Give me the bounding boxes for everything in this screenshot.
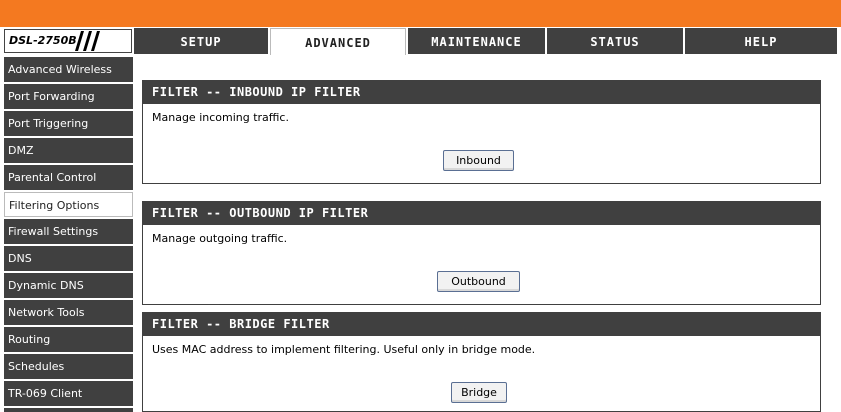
- sidebar-item-more[interactable]: [4, 408, 133, 412]
- sidebar-item-dns[interactable]: DNS: [4, 246, 133, 271]
- outbound-filter-panel: Manage outgoing traffic. Outbound: [142, 225, 821, 305]
- bridge-filter-panel: Uses MAC address to implement filtering.…: [142, 336, 821, 412]
- tab-setup[interactable]: SETUP: [134, 28, 268, 54]
- model-name: DSL-2750B: [9, 34, 77, 47]
- bridge-filter-title: FILTER -- BRIDGE FILTER: [142, 312, 821, 336]
- sidebar-item-tr069-client[interactable]: TR-069 Client: [4, 381, 133, 406]
- sidebar-item-parental-control[interactable]: Parental Control: [4, 165, 133, 190]
- inbound-filter-description: Manage incoming traffic.: [152, 111, 289, 124]
- sidebar: Advanced Wireless Port Forwarding Port T…: [0, 56, 134, 412]
- bridge-button[interactable]: Bridge: [451, 382, 507, 403]
- model-logo: DSL-2750B: [4, 29, 132, 53]
- sidebar-item-dmz[interactable]: DMZ: [4, 138, 133, 163]
- sidebar-item-routing[interactable]: Routing: [4, 327, 133, 352]
- tab-status[interactable]: STATUS: [547, 28, 683, 54]
- sidebar-item-port-forwarding[interactable]: Port Forwarding: [4, 84, 133, 109]
- bridge-filter-description: Uses MAC address to implement filtering.…: [152, 343, 536, 356]
- sidebar-item-filtering-options[interactable]: Filtering Options: [4, 192, 133, 217]
- outbound-filter-description: Manage outgoing traffic.: [152, 232, 288, 245]
- sidebar-item-network-tools[interactable]: Network Tools: [4, 300, 133, 325]
- inbound-filter-panel: Manage incoming traffic. Inbound: [142, 104, 821, 184]
- sidebar-item-firewall-settings[interactable]: Firewall Settings: [4, 219, 133, 244]
- tab-advanced[interactable]: ADVANCED: [270, 28, 406, 55]
- tab-maintenance[interactable]: MAINTENANCE: [408, 28, 545, 54]
- outbound-filter-title: FILTER -- OUTBOUND IP FILTER: [142, 201, 821, 225]
- sidebar-item-dynamic-dns[interactable]: Dynamic DNS: [4, 273, 133, 298]
- inbound-filter-title: FILTER -- INBOUND IP FILTER: [142, 80, 821, 104]
- main-content: FILTER -- INBOUND IP FILTER Manage incom…: [134, 56, 841, 412]
- sidebar-item-port-triggering[interactable]: Port Triggering: [4, 111, 133, 136]
- slashes-icon: [75, 31, 100, 51]
- top-accent-bar: [0, 0, 841, 27]
- inbound-button[interactable]: Inbound: [443, 150, 514, 171]
- sidebar-item-schedules[interactable]: Schedules: [4, 354, 133, 379]
- tab-help[interactable]: HELP: [685, 28, 837, 54]
- outbound-button[interactable]: Outbound: [437, 271, 520, 292]
- sidebar-item-advanced-wireless[interactable]: Advanced Wireless: [4, 57, 133, 82]
